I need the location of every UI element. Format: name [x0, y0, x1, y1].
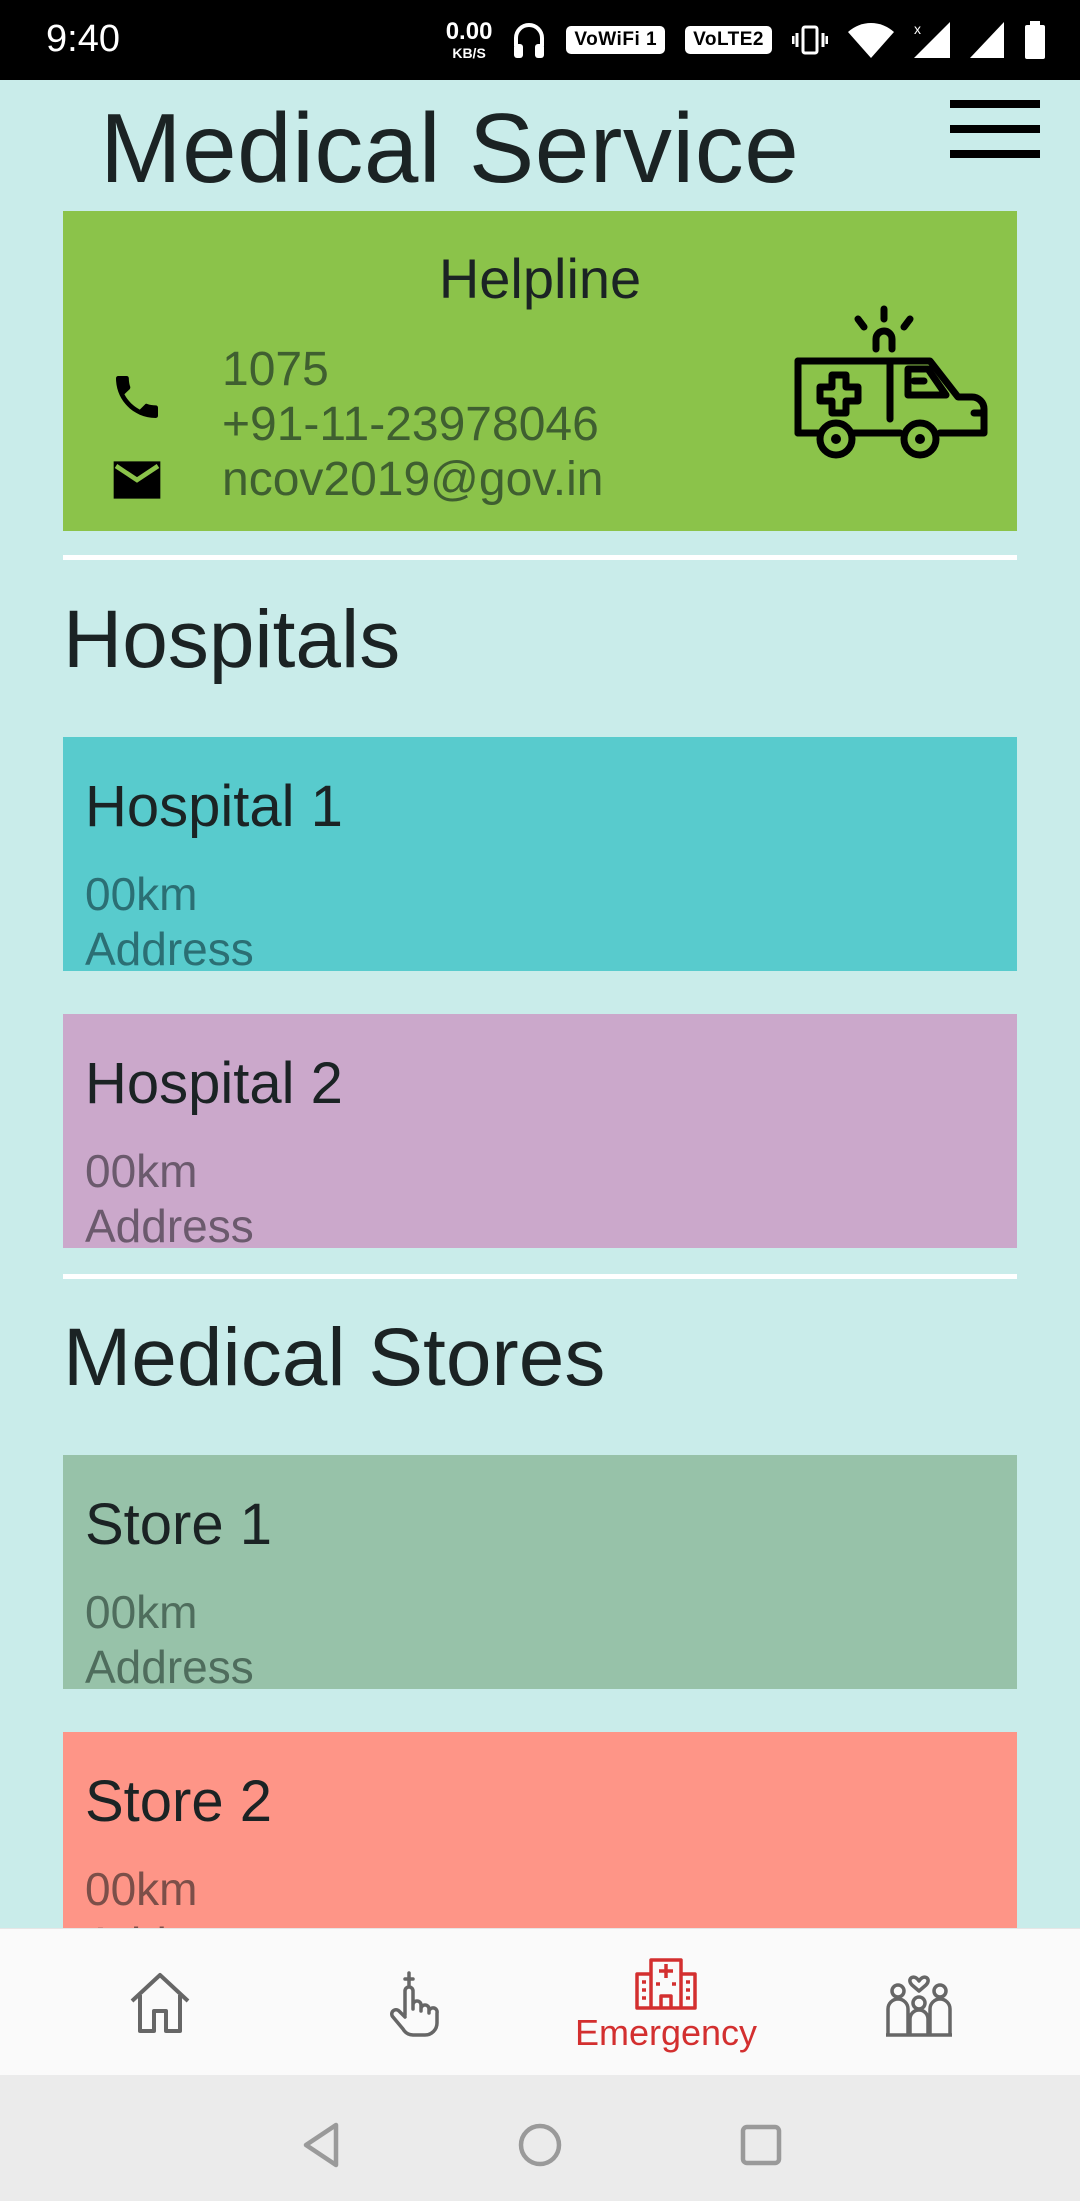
store-card-1[interactable]: Store 1 00km Address [63, 1455, 1017, 1689]
store-distance: 00km [85, 1586, 198, 1638]
hospital-address: Address [85, 1200, 254, 1248]
helpline-title: Helpline [438, 247, 642, 310]
store-address: Address [85, 1917, 254, 1928]
hand-pointer-icon [390, 1970, 439, 2037]
helpline-email[interactable]: ncov2019@gov.in [222, 452, 603, 507]
vowifi-badge: VoWiFi 1 [566, 26, 666, 54]
store-card-2[interactable]: Store 2 00km Address [63, 1732, 1017, 1928]
divider [63, 555, 1017, 560]
stores-section-title: Medical Stores [63, 1312, 606, 1403]
phone-icon [116, 376, 158, 418]
hospital-distance: 00km [85, 868, 198, 920]
signal-icon [970, 22, 1004, 58]
hamburger-menu-icon[interactable] [950, 100, 1040, 162]
net-speed-unit: KB/S [452, 45, 486, 61]
svg-text:x: x [914, 22, 921, 37]
divider [63, 1274, 1017, 1279]
ambulance-icon [794, 305, 988, 459]
battery-icon [1025, 21, 1045, 59]
signal-icon: x [914, 22, 950, 58]
nav-touch[interactable] [303, 1929, 523, 2076]
system-navigation-bar [0, 2075, 1080, 2201]
hospital-icon [635, 1957, 697, 2010]
helpline-phone-1[interactable]: 1075 [222, 342, 329, 397]
home-circle-icon[interactable] [510, 2115, 570, 2175]
nav-family[interactable] [809, 1929, 1029, 2076]
headphones-icon [514, 23, 545, 58]
status-time: 9:40 [46, 18, 120, 60]
page-title: Medical Service [100, 93, 800, 203]
hospitals-section-title: Hospitals [63, 594, 401, 685]
store-name: Store 1 [85, 1492, 272, 1557]
hospital-name: Hospital 2 [85, 1051, 343, 1116]
email-icon [113, 461, 161, 499]
volte-badge: VoLTE2 [685, 26, 772, 54]
store-address: Address [85, 1641, 254, 1689]
helpline-card: Helpline 1075 +91-11-23978046 ncov2019@g… [63, 211, 1017, 531]
hospital-address: Address [85, 923, 254, 971]
store-name: Store 2 [85, 1769, 272, 1834]
recents-icon[interactable] [731, 2115, 791, 2175]
back-icon[interactable] [292, 2115, 352, 2175]
hospital-card-1[interactable]: Hospital 1 00km Address [63, 737, 1017, 971]
store-distance: 00km [85, 1863, 198, 1915]
nav-emergency[interactable]: Emergency [556, 1929, 776, 2076]
home-icon [130, 1972, 190, 2033]
hospital-distance: 00km [85, 1145, 198, 1197]
hospital-name: Hospital 1 [85, 774, 343, 839]
net-speed-value: 0.00 [445, 18, 493, 45]
status-icons: 0.00 KB/S VoWiFi 1 VoLTE2 x [446, 14, 1046, 66]
vibrate-icon [792, 25, 828, 55]
bottom-navigation: Emergency [0, 1928, 1080, 2075]
nav-home[interactable] [50, 1929, 270, 2076]
helpline-phone-2[interactable]: +91-11-23978046 [222, 397, 599, 452]
nav-emergency-label: Emergency [574, 2011, 758, 2053]
status-bar: 9:40 0.00 KB/S VoWiFi 1 VoLTE2 x [0, 0, 1080, 80]
wifi-icon [848, 23, 894, 58]
family-icon [886, 1974, 952, 2037]
network-speed: 0.00 KB/S [445, 18, 493, 61]
hospital-card-2[interactable]: Hospital 2 00km Address [63, 1014, 1017, 1248]
